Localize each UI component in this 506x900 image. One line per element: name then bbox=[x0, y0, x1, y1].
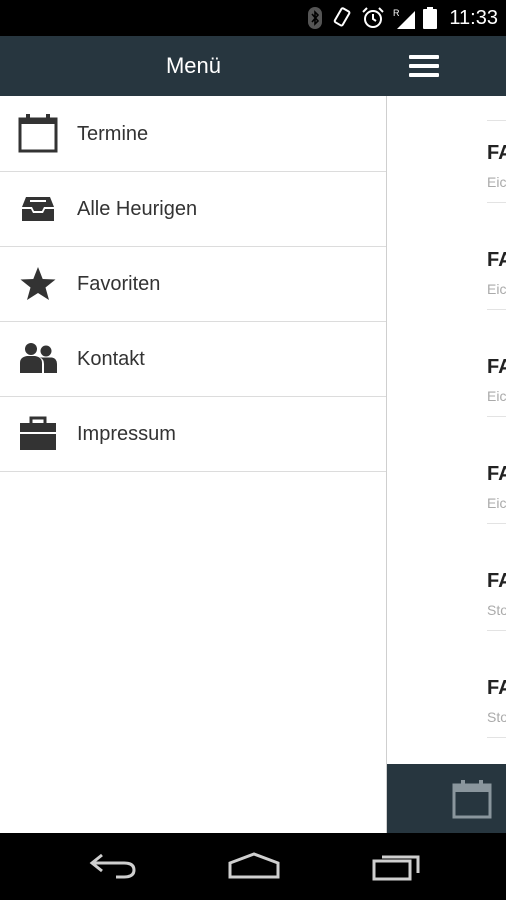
calendar-icon bbox=[18, 114, 58, 153]
item-subtitle: Sto bbox=[487, 709, 506, 725]
item-subtitle: Sto bbox=[487, 602, 506, 618]
people-icon bbox=[20, 343, 57, 373]
battery-icon bbox=[423, 7, 438, 29]
divider bbox=[487, 737, 506, 738]
menu-item-label: Impressum bbox=[77, 423, 176, 445]
list-item[interactable]: FA Eic bbox=[387, 310, 506, 417]
svg-text:R: R bbox=[393, 8, 400, 18]
navigation-drawer: Menü Termine Alle Heurigen Favoriten Kon… bbox=[0, 36, 387, 833]
home-icon[interactable] bbox=[226, 851, 282, 881]
item-subtitle: Eic bbox=[487, 281, 506, 297]
menu-icon[interactable] bbox=[409, 55, 439, 77]
calendar-icon[interactable] bbox=[451, 779, 493, 821]
system-nav-bar bbox=[0, 833, 506, 900]
content-panel: FA Eic FA Eic FA Eic FA Eic FA Sto FA St… bbox=[387, 36, 506, 833]
signal-icon: R bbox=[393, 8, 416, 29]
rotate-icon bbox=[334, 7, 351, 27]
status-bar: R 11:33 bbox=[0, 0, 506, 36]
back-icon[interactable] bbox=[88, 851, 138, 881]
menu-item-termine[interactable]: Termine bbox=[0, 97, 386, 172]
content-header bbox=[387, 36, 506, 96]
inbox-icon bbox=[22, 197, 54, 221]
menu-item-kontakt[interactable]: Kontakt bbox=[0, 322, 386, 397]
briefcase-icon bbox=[20, 416, 56, 450]
list-item[interactable]: FA Sto bbox=[387, 631, 506, 738]
drawer-menu: Termine Alle Heurigen Favoriten Kontakt … bbox=[0, 97, 386, 472]
event-list: FA Eic FA Eic FA Eic FA Eic FA Sto FA St… bbox=[387, 96, 506, 738]
recent-apps-icon[interactable] bbox=[370, 851, 422, 881]
list-item[interactable]: FA Eic bbox=[387, 417, 506, 524]
item-title: FA bbox=[487, 356, 506, 378]
drawer-header: Menü bbox=[0, 36, 387, 96]
menu-item-label: Kontakt bbox=[77, 348, 145, 370]
item-subtitle: Eic bbox=[487, 495, 506, 511]
menu-item-alle-heurigen[interactable]: Alle Heurigen bbox=[0, 172, 386, 247]
list-item[interactable]: FA Eic bbox=[387, 96, 506, 203]
app-window: FA Eic FA Eic FA Eic FA Eic FA Sto FA St… bbox=[0, 36, 506, 833]
status-icons: R 11:33 bbox=[307, 6, 498, 30]
drawer-title: Menü bbox=[165, 53, 222, 78]
item-subtitle: Eic bbox=[487, 174, 506, 190]
content-footer bbox=[387, 764, 506, 833]
list-item[interactable]: FA Sto bbox=[387, 524, 506, 631]
item-title: FA bbox=[487, 142, 506, 164]
menu-item-label: Termine bbox=[77, 123, 149, 145]
alarm-icon bbox=[362, 7, 385, 28]
item-title: FA bbox=[487, 249, 506, 271]
star-icon bbox=[20, 267, 56, 300]
list-item[interactable]: FA Eic bbox=[387, 203, 506, 310]
item-title: FA bbox=[487, 677, 506, 699]
menu-item-label: Favoriten bbox=[77, 273, 161, 295]
menu-item-impressum[interactable]: Impressum bbox=[0, 397, 386, 472]
item-subtitle: Eic bbox=[487, 388, 506, 404]
item-title: FA bbox=[487, 570, 506, 592]
clock: 11:33 bbox=[449, 6, 498, 29]
bluetooth-icon bbox=[308, 7, 323, 29]
menu-item-favoriten[interactable]: Favoriten bbox=[0, 247, 386, 322]
item-title: FA bbox=[487, 463, 506, 485]
menu-item-label: Alle Heurigen bbox=[77, 198, 198, 220]
